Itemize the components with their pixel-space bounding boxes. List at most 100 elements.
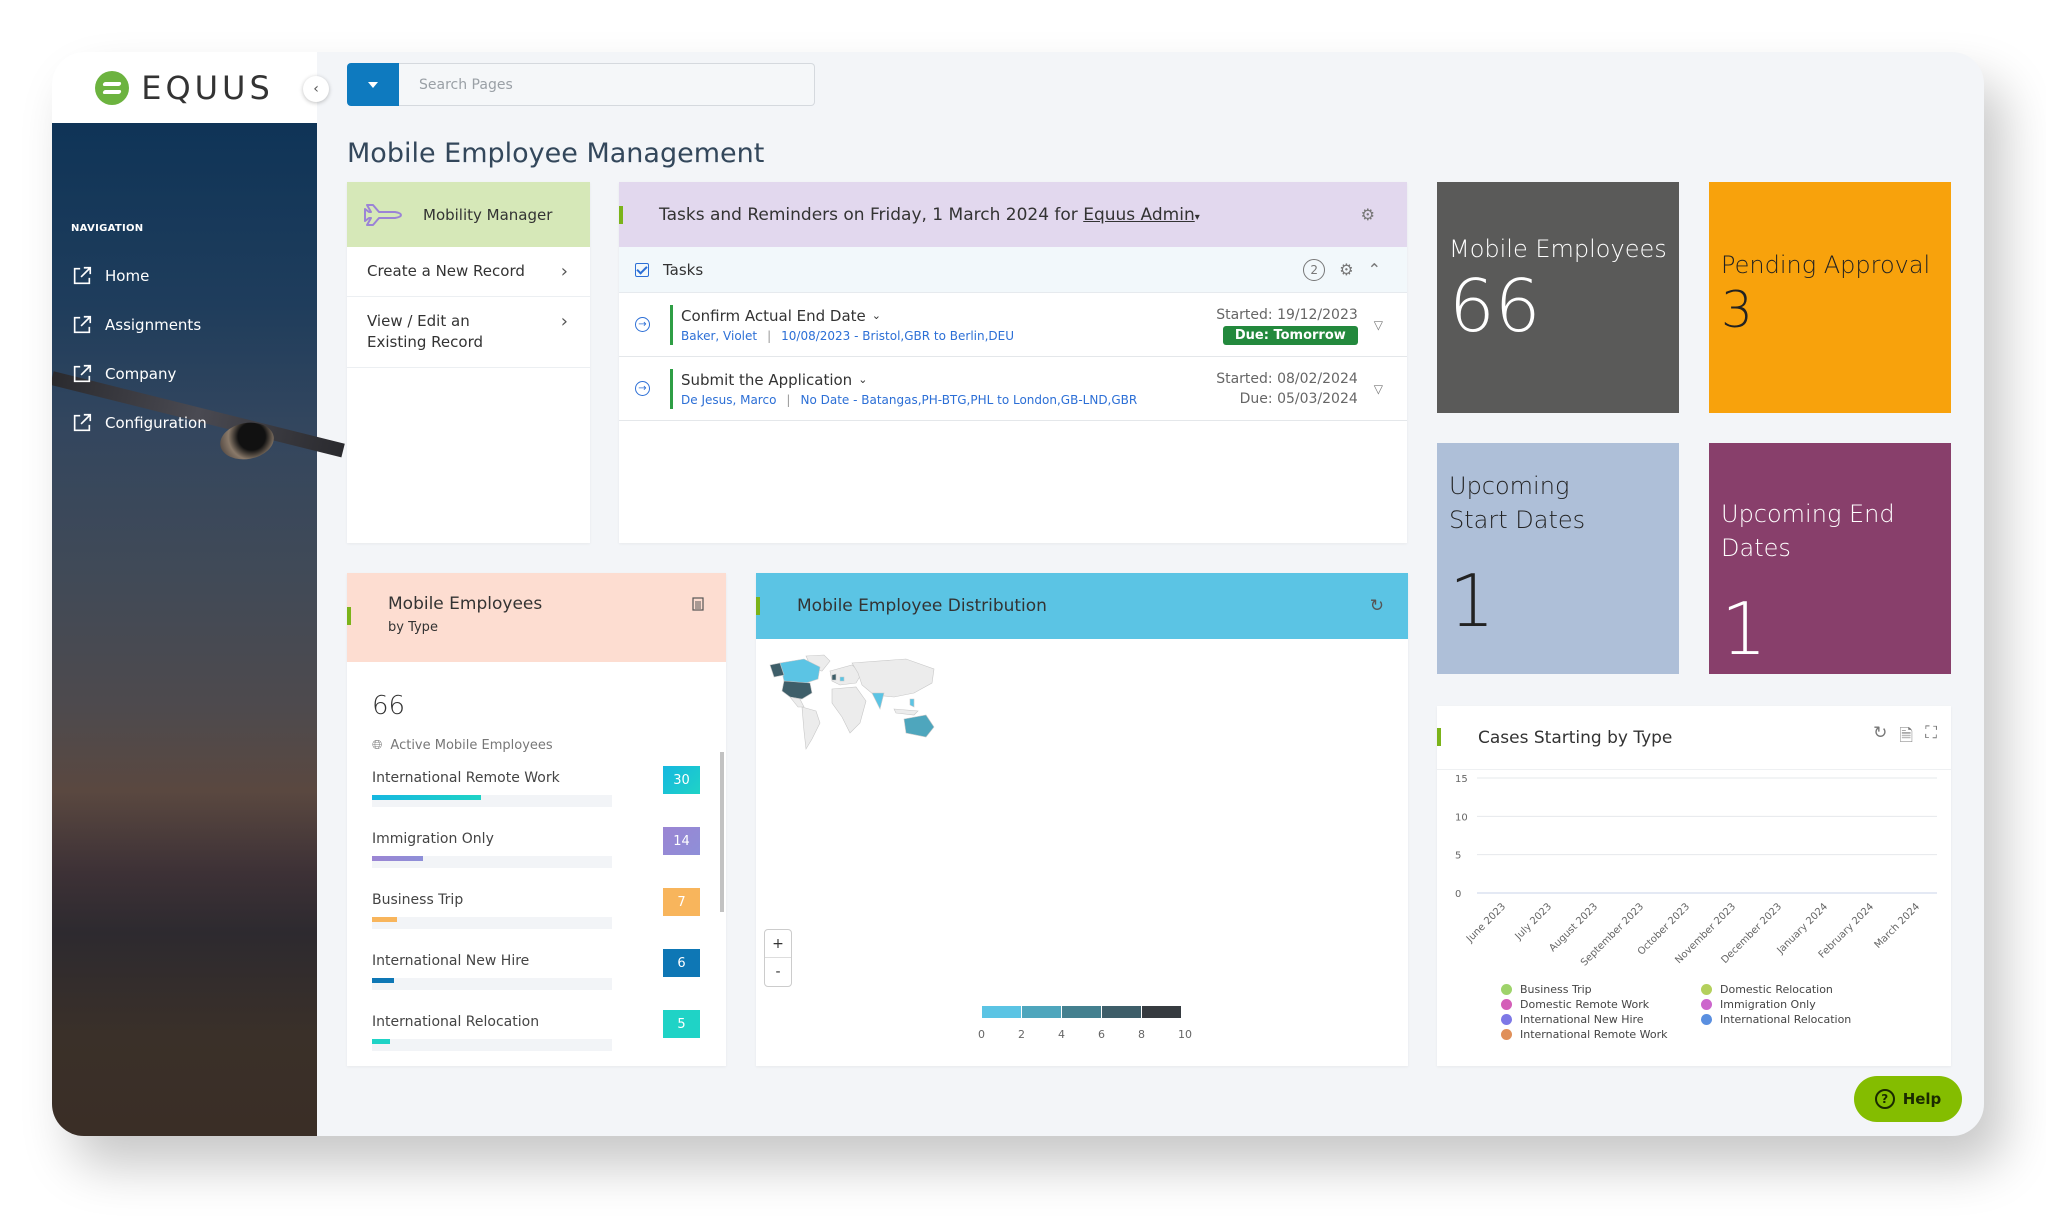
progress-fill xyxy=(372,1039,391,1044)
scale-swatch xyxy=(1142,1006,1181,1018)
progress-fill xyxy=(372,978,394,983)
tile-mobile-employees[interactable]: Mobile Employees 66 xyxy=(1437,182,1679,413)
map-zoom-control: + - xyxy=(764,929,792,987)
search-input[interactable] xyxy=(399,63,815,106)
legend-item[interactable]: Immigration Only xyxy=(1701,997,1901,1012)
legend-dot-icon xyxy=(1501,984,1512,995)
map-philippines xyxy=(909,698,915,708)
progress-fill xyxy=(372,856,423,861)
cases-chart: 051015June 2023 July 2023August 2023Septe… xyxy=(1455,774,1937,968)
document-icon[interactable] xyxy=(692,597,704,611)
employee-type-row: International Relocation 5 xyxy=(372,1010,712,1066)
tasks-title: Tasks and Reminders on Friday, 1 March 2… xyxy=(659,205,1200,225)
employee-type-row: Business Trip 7 xyxy=(372,888,712,953)
zoom-in-button[interactable]: + xyxy=(765,930,791,958)
sidebar-item-label: Configuration xyxy=(105,414,207,432)
sidebar-item-configuration[interactable]: Configuration xyxy=(71,412,207,434)
type-name: Business Trip xyxy=(372,892,464,908)
task-title-text: Confirm Actual End Date xyxy=(681,306,866,325)
document-icon[interactable]: 🗎︎ xyxy=(1899,723,1913,752)
collapse-sidebar-button[interactable]: ‹ xyxy=(303,76,329,102)
tile-value: 1 xyxy=(1721,587,1767,671)
map-africa xyxy=(831,686,867,734)
create-new-record-link[interactable]: Create a New Record › xyxy=(347,247,590,297)
card-title: Mobile Employee Distribution xyxy=(797,596,1047,616)
gear-icon[interactable]: ⚙ xyxy=(1361,205,1375,224)
fullscreen-icon[interactable]: ⛶ xyxy=(1925,723,1937,752)
task-title[interactable]: Submit the Application ⌄ xyxy=(681,371,1216,389)
legend-label: International Remote Work xyxy=(1520,1028,1668,1041)
progress-fill xyxy=(372,917,398,922)
gear-icon[interactable]: ⚙ xyxy=(1339,260,1353,279)
scale-swatch xyxy=(1022,1006,1061,1018)
tile-pending-approval[interactable]: Pending Approval 3 xyxy=(1709,182,1951,413)
type-count-badge: 7 xyxy=(663,888,700,916)
legend-label: Business Trip xyxy=(1520,983,1592,996)
globe-icon: 🌐︎ xyxy=(372,738,383,753)
task-person-link[interactable]: De Jesus, Marco xyxy=(681,393,776,407)
color-scale-ticks: 0 2 4 6 8 10 xyxy=(978,1028,1192,1042)
task-person-link[interactable]: Baker, Violet xyxy=(681,329,757,343)
distribution-card: Mobile Employee Distribution ↻ + - 0 2 4… xyxy=(756,573,1408,1066)
type-name: International Remote Work xyxy=(372,770,560,786)
menu-item-label: View / Edit an Existing Record xyxy=(367,312,484,351)
task-detail-link[interactable]: 10/08/2023 - Bristol,GBR to Berlin,DEU xyxy=(781,329,1014,343)
arrow-circle-right-icon[interactable]: → xyxy=(635,381,650,396)
legend-item[interactable]: International New Hire xyxy=(1501,1012,1701,1027)
zoom-out-button[interactable]: - xyxy=(765,958,791,986)
type-name: Immigration Only xyxy=(372,831,494,847)
chevron-right-icon: › xyxy=(560,311,568,332)
legend-item[interactable]: Domestic Relocation xyxy=(1701,982,1901,997)
tasks-section-label: Tasks xyxy=(663,260,704,279)
task-title-text: Submit the Application xyxy=(681,370,853,389)
chevron-right-icon: › xyxy=(560,261,568,282)
help-button[interactable]: ? Help xyxy=(1854,1076,1962,1122)
logo[interactable]: EQUUS xyxy=(52,52,317,123)
refresh-icon[interactable]: ↻ xyxy=(1873,723,1887,752)
external-link-icon xyxy=(73,315,92,334)
employee-type-row: International New Hire 6 xyxy=(372,949,712,1014)
task-status-bar xyxy=(670,368,673,409)
expand-triangle-icon[interactable]: ▽ xyxy=(1374,318,1383,332)
legend-dot-icon xyxy=(1701,984,1712,995)
scale-tick-label: 4 xyxy=(1058,1028,1065,1041)
user-selector[interactable]: Equus Admin xyxy=(1083,205,1195,225)
legend-item[interactable]: International Remote Work xyxy=(1501,1027,1701,1042)
legend-item[interactable]: Business Trip xyxy=(1501,982,1701,997)
chevron-down-icon: ⌄ xyxy=(871,309,881,322)
separator: | xyxy=(786,392,791,407)
chart-legend: Business Trip Domestic Relocation Domestic… xyxy=(1501,982,1901,1042)
expand-triangle-icon[interactable]: ▽ xyxy=(1374,382,1383,396)
mobility-manager-title: Mobility Manager xyxy=(423,205,553,224)
collapse-chevron-up-icon[interactable]: ⌃ xyxy=(1368,260,1381,279)
scale-tick-label: 0 xyxy=(978,1028,985,1041)
scale-swatch xyxy=(1062,1006,1101,1018)
sidebar-item-label: Company xyxy=(105,365,177,383)
type-name: International New Hire xyxy=(372,953,530,969)
type-count-badge: 14 xyxy=(663,827,700,855)
tile-upcoming-end-dates[interactable]: Upcoming End Dates 1 xyxy=(1709,443,1951,674)
map-australia xyxy=(903,714,935,738)
chevron-left-icon: ‹ xyxy=(313,81,319,97)
tile-label: Upcoming End Dates xyxy=(1721,500,1895,562)
due-badge: Due: Tomorrow xyxy=(1222,325,1358,345)
arrow-circle-right-icon[interactable]: → xyxy=(635,317,650,332)
sidebar-item-assignments[interactable]: Assignments xyxy=(71,314,201,336)
tile-upcoming-start-dates[interactable]: Upcoming Start Dates 1 xyxy=(1437,443,1679,674)
search-scope-dropdown[interactable] xyxy=(347,63,399,106)
legend-item[interactable]: Domestic Remote Work xyxy=(1501,997,1701,1012)
scrollbar[interactable] xyxy=(720,752,724,912)
sidebar-item-home[interactable]: Home xyxy=(71,265,149,287)
y-tick-label: 10 xyxy=(1455,812,1468,823)
legend-dot-icon xyxy=(1501,1014,1512,1025)
refresh-icon[interactable]: ↻ xyxy=(1370,596,1384,616)
sidebar-item-label: Home xyxy=(105,267,150,285)
task-title[interactable]: Confirm Actual End Date ⌄ xyxy=(681,307,1216,325)
sidebar-item-company[interactable]: Company xyxy=(71,363,176,385)
world-map[interactable] xyxy=(766,653,956,753)
view-edit-record-link[interactable]: View / Edit an Existing Record › xyxy=(347,297,590,368)
y-tick-label: 0 xyxy=(1455,889,1461,900)
legend-item[interactable]: International Relocation xyxy=(1701,1012,1901,1027)
progress-track xyxy=(372,978,612,990)
task-detail-link[interactable]: No Date - Batangas,PH-BTG,PHL to London,… xyxy=(800,393,1137,407)
